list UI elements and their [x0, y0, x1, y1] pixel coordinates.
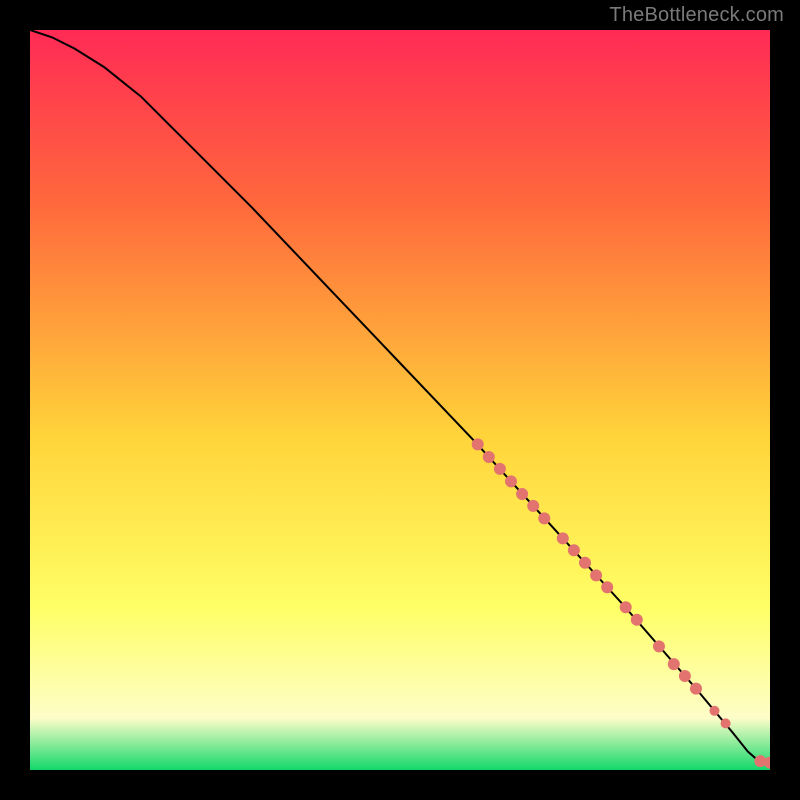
- data-point: [620, 601, 632, 613]
- data-point: [653, 640, 665, 652]
- data-point: [494, 463, 506, 475]
- attribution-label: TheBottleneck.com: [609, 4, 784, 27]
- data-point: [601, 581, 613, 593]
- data-point: [505, 475, 517, 487]
- chart-svg: [30, 30, 770, 770]
- data-point: [579, 557, 591, 569]
- data-point: [679, 670, 691, 682]
- data-point: [690, 683, 702, 695]
- data-point: [527, 500, 539, 512]
- data-point: [721, 718, 731, 728]
- data-point: [710, 706, 720, 716]
- data-point: [631, 614, 643, 626]
- chart-frame: TheBottleneck.com: [0, 0, 800, 800]
- data-point: [472, 438, 484, 450]
- data-point: [538, 512, 550, 524]
- data-point: [557, 532, 569, 544]
- data-point: [568, 544, 580, 556]
- data-point: [590, 569, 602, 581]
- data-point: [483, 451, 495, 463]
- data-point: [668, 658, 680, 670]
- gradient-background: [30, 30, 770, 770]
- data-point: [516, 488, 528, 500]
- plot-area: [30, 30, 770, 770]
